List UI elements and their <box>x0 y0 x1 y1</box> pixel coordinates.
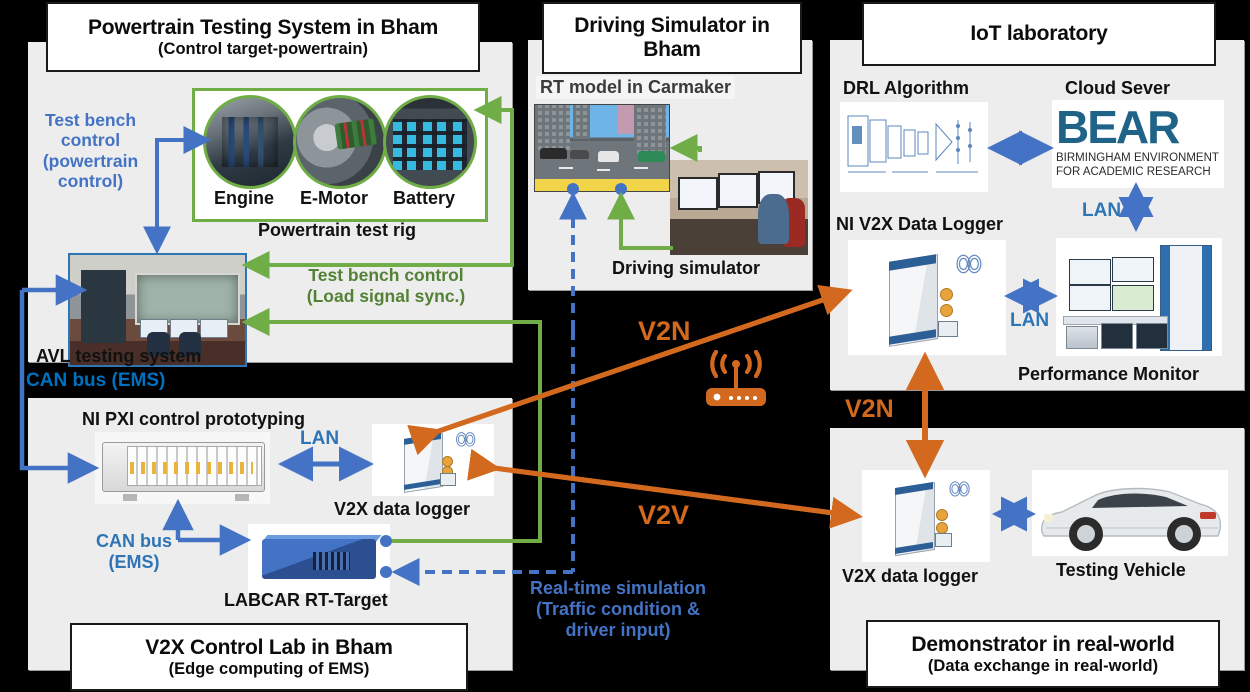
demonstrator-title-line1: Demonstrator in real-world <box>911 633 1175 656</box>
driving-sim-title-box: Driving Simulator in Bham <box>542 2 802 74</box>
driving-sim-title-line2: Bham <box>643 38 701 61</box>
v2x-lab-title-line1: V2X Control Lab in Bham <box>145 636 393 659</box>
wireless-router-icon <box>698 349 774 414</box>
powertrain-title-box: Powertrain Testing System in Bham (Contr… <box>46 2 480 72</box>
demonstrator-title-line2: (Data exchange in real-world) <box>927 656 1159 675</box>
powertrain-title-line1: Powertrain Testing System in Bham <box>87 16 439 39</box>
v2x-lab-title-line2: (Edge computing of EMS) <box>168 659 370 678</box>
connection-wires <box>19 96 1154 586</box>
iot-lab-title-box: IoT laboratory <box>862 2 1216 66</box>
powertrain-title-line2: (Control target-powertrain) <box>158 39 368 58</box>
diagram-root: Engine E-Motor Battery Powertrain test r… <box>0 0 1250 692</box>
driving-sim-title-line1: Driving Simulator in <box>574 14 770 38</box>
iot-lab-title-line1: IoT laboratory <box>970 22 1108 46</box>
demonstrator-title-box: Demonstrator in real-world (Data exchang… <box>866 620 1220 688</box>
v2x-lab-title-box: V2X Control Lab in Bham (Edge computing … <box>70 623 468 691</box>
